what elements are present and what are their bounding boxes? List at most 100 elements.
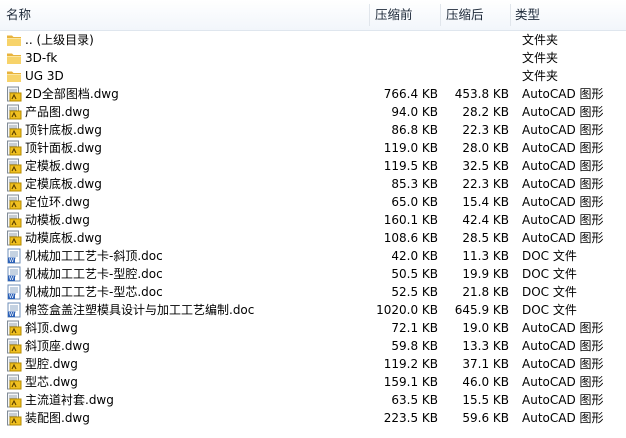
file-size-before (368, 67, 438, 85)
file-name: 斜顶座.dwg (25, 339, 90, 353)
file-type: AutoCAD 图形 (522, 231, 604, 245)
file-size-before: 63.5 KB (391, 393, 438, 407)
dwg-icon (6, 176, 22, 192)
file-size-before: 108.6 KB (383, 231, 438, 245)
file-type: AutoCAD 图形 (522, 393, 604, 407)
file-size-before (368, 49, 438, 67)
file-size-before: 1020.0 KB (376, 303, 438, 317)
file-size-after (449, 67, 509, 85)
file-type: AutoCAD 图形 (522, 357, 604, 371)
file-type: AutoCAD 图形 (522, 177, 604, 191)
file-name: 2D全部图档.dwg (25, 87, 119, 101)
file-size-after: 453.8 KB (454, 87, 509, 101)
file-name: 斜顶.dwg (25, 321, 78, 335)
file-size-before: 119.2 KB (383, 357, 438, 371)
file-name: 机械加工工艺卡-型芯.doc (25, 285, 163, 299)
file-size-after: 13.3 KB (462, 339, 509, 353)
file-row[interactable]: 主流道衬套.dwg 63.5 KB 15.5 KB AutoCAD 图形 (0, 391, 626, 409)
dwg-icon (6, 140, 22, 156)
file-row[interactable]: 型芯.dwg 159.1 KB 46.0 KB AutoCAD 图形 (0, 373, 626, 391)
file-size-after: 19.9 KB (462, 267, 509, 281)
file-row[interactable]: 定模板.dwg 119.5 KB 32.5 KB AutoCAD 图形 (0, 157, 626, 175)
file-row[interactable]: 3D-fk 文件夹 (0, 49, 626, 67)
file-size-after: 21.8 KB (462, 285, 509, 299)
file-size-after: 15.5 KB (462, 393, 509, 407)
file-size-after: 22.3 KB (462, 123, 509, 137)
file-name: 动模板.dwg (25, 213, 90, 227)
file-row[interactable]: W 机械加工工艺卡-型腔.doc 50.5 KB 19.9 KB DOC 文件 (0, 265, 626, 283)
file-row[interactable]: 产品图.dwg 94.0 KB 28.2 KB AutoCAD 图形 (0, 103, 626, 121)
file-name: .. (上级目录) (25, 33, 94, 47)
column-name-header[interactable]: 名称 (6, 0, 31, 30)
file-size-before: 50.5 KB (391, 267, 438, 281)
file-size-after: 22.3 KB (462, 177, 509, 191)
file-row[interactable]: 定位环.dwg 65.0 KB 15.4 KB AutoCAD 图形 (0, 193, 626, 211)
file-name: 顶针底板.dwg (25, 123, 102, 137)
column-divider[interactable] (369, 4, 370, 26)
file-type: AutoCAD 图形 (522, 213, 604, 227)
file-size-before: 766.4 KB (383, 87, 438, 101)
file-size-after (449, 49, 509, 67)
file-row[interactable]: W 棉签盒盖注塑模具设计与加工工艺编制.doc 1020.0 KB 645.9 KB D… (0, 301, 626, 319)
dwg-icon (6, 230, 22, 246)
file-row[interactable]: 型腔.dwg 119.2 KB 37.1 KB AutoCAD 图形 (0, 355, 626, 373)
file-size-after: 42.4 KB (462, 213, 509, 227)
file-row[interactable]: 2D全部图档.dwg 766.4 KB 453.8 KB AutoCAD 图形 (0, 85, 626, 103)
column-header: 名称 压缩前 压缩后 类型 (0, 0, 626, 31)
file-row[interactable]: 斜顶座.dwg 59.8 KB 13.3 KB AutoCAD 图形 (0, 337, 626, 355)
column-divider[interactable] (440, 4, 441, 26)
file-row[interactable]: 斜顶.dwg 72.1 KB 19.0 KB AutoCAD 图形 (0, 319, 626, 337)
svg-text:W: W (9, 258, 14, 264)
file-type: 文件夹 (522, 51, 559, 65)
file-type: AutoCAD 图形 (522, 195, 604, 209)
dwg-icon (6, 122, 22, 138)
file-row[interactable]: 定模底板.dwg 85.3 KB 22.3 KB AutoCAD 图形 (0, 175, 626, 193)
file-row[interactable]: 顶针面板.dwg 119.0 KB 28.0 KB AutoCAD 图形 (0, 139, 626, 157)
svg-text:W: W (9, 276, 14, 282)
dwg-icon (6, 338, 22, 354)
column-divider[interactable] (510, 4, 511, 26)
file-size-before: 85.3 KB (391, 177, 438, 191)
file-row[interactable]: 顶针底板.dwg 86.8 KB 22.3 KB AutoCAD 图形 (0, 121, 626, 139)
file-row[interactable]: 动模底板.dwg 108.6 KB 28.5 KB AutoCAD 图形 (0, 229, 626, 247)
file-size-before: 59.8 KB (391, 339, 438, 353)
file-row[interactable]: 装配图.dwg 223.5 KB 59.6 KB AutoCAD 图形 (0, 409, 626, 427)
file-row[interactable]: UG 3D 文件夹 (0, 67, 626, 85)
file-size-before: 94.0 KB (391, 105, 438, 119)
file-type: DOC 文件 (522, 285, 577, 299)
file-name: UG 3D (25, 69, 64, 83)
file-type: AutoCAD 图形 (522, 375, 604, 389)
file-name: 型芯.dwg (25, 375, 78, 389)
dwg-icon (6, 356, 22, 372)
file-name: 机械加工工艺卡-型腔.doc (25, 267, 163, 281)
doc-icon: W (6, 284, 22, 300)
file-name: 型腔.dwg (25, 357, 78, 371)
file-type: 文件夹 (522, 33, 559, 47)
file-type: DOC 文件 (522, 267, 577, 281)
dwg-icon (6, 410, 22, 426)
file-row[interactable]: W 机械加工工艺卡-斜顶.doc 42.0 KB 11.3 KB DOC 文件 (0, 247, 626, 265)
file-size-before (368, 31, 438, 49)
column-after-header[interactable]: 压缩后 (446, 0, 484, 30)
dwg-icon (6, 374, 22, 390)
file-size-after: 28.2 KB (462, 105, 509, 119)
file-row[interactable]: W 机械加工工艺卡-型芯.doc 52.5 KB 21.8 KB DOC 文件 (0, 283, 626, 301)
file-size-after: 46.0 KB (462, 375, 509, 389)
column-type-header[interactable]: 类型 (515, 0, 540, 30)
file-size-after: 645.9 KB (454, 303, 509, 317)
dwg-icon (6, 158, 22, 174)
dwg-icon (6, 104, 22, 120)
file-name: 定模板.dwg (25, 159, 90, 173)
column-before-header[interactable]: 压缩前 (375, 0, 413, 30)
dwg-icon (6, 194, 22, 210)
file-row[interactable]: .. (上级目录) 文件夹 (0, 31, 626, 49)
file-list: .. (上级目录) 文件夹 3D-fk 文件夹 UG 3D 文件夹 2D全部图档.dwg 76… (0, 31, 626, 427)
file-name: 定位环.dwg (25, 195, 90, 209)
doc-icon: W (6, 266, 22, 282)
file-type: 文件夹 (522, 69, 559, 83)
folder-icon (6, 32, 22, 48)
file-name: 装配图.dwg (25, 411, 90, 425)
file-row[interactable]: 动模板.dwg 160.1 KB 42.4 KB AutoCAD 图形 (0, 211, 626, 229)
file-size-before: 119.0 KB (383, 141, 438, 155)
file-type: AutoCAD 图形 (522, 123, 604, 137)
